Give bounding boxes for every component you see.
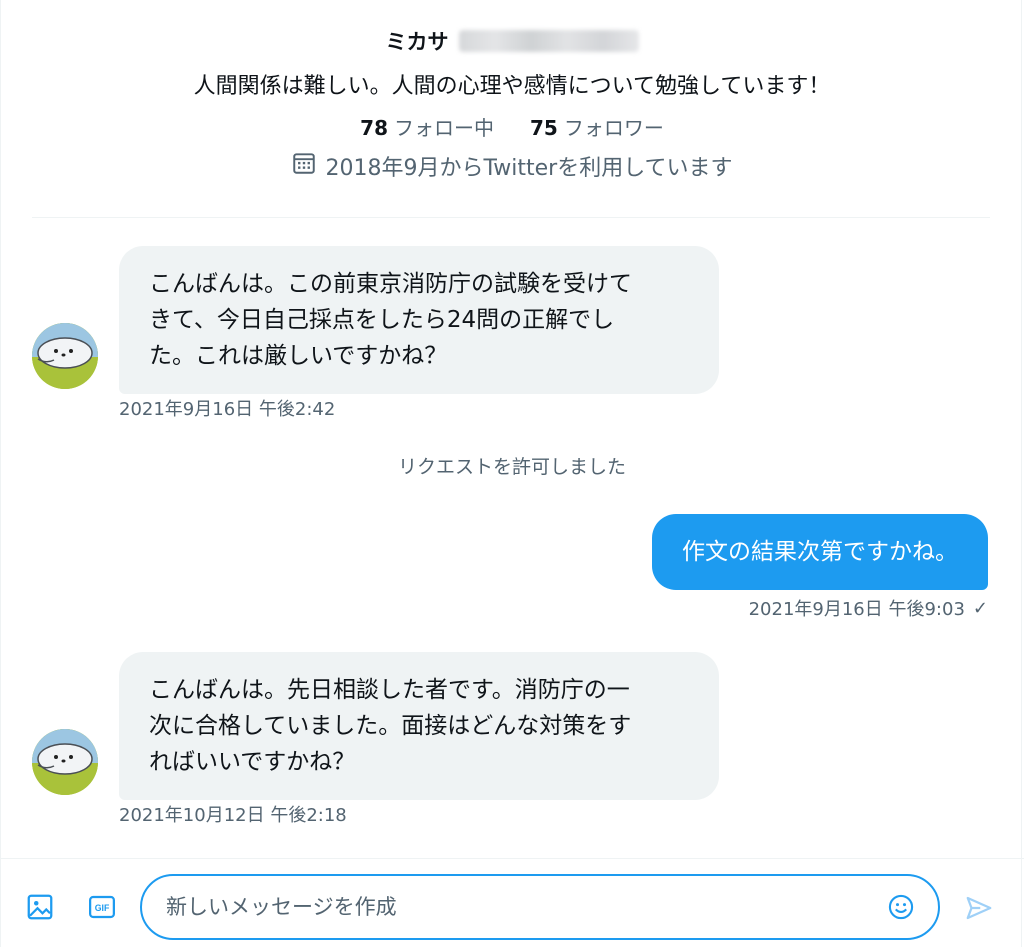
gif-label: GIF <box>95 903 110 913</box>
send-button[interactable] <box>962 891 996 925</box>
image-icon <box>27 894 53 920</box>
sender-avatar[interactable] <box>32 323 98 389</box>
composer-divider <box>0 858 1024 859</box>
profile-handle-redacted <box>458 30 639 52</box>
emoji-icon <box>888 894 914 920</box>
message-timestamp: 2021年10月12日 午後2:18 <box>119 805 347 826</box>
message-line: ればいいですかね？ <box>149 749 356 775</box>
message-line: 次に合格していました。面接はどんな対策をす <box>149 713 632 739</box>
message-composer[interactable] <box>140 874 940 940</box>
joined-text: 2018年9月からTwitterを利用しています <box>325 156 733 181</box>
seal-avatar-icon <box>32 323 98 389</box>
message-line: こんばんは。この前東京消防庁の試験を受けて <box>149 271 632 297</box>
calendar-icon <box>291 150 317 182</box>
send-icon <box>966 896 992 920</box>
message-timestamp-outgoing: 2021年9月16日 午後9:03 ✓ <box>749 595 988 621</box>
header-divider <box>32 217 990 218</box>
following-count: 78 <box>360 116 388 140</box>
message-line: きて、今日自己採点をしたら24問の正解でし <box>149 307 615 333</box>
emoji-button[interactable] <box>886 892 916 922</box>
message-input[interactable] <box>164 894 886 920</box>
gif-button[interactable]: GIF <box>86 891 118 923</box>
followers-count: 75 <box>530 116 558 140</box>
profile-name[interactable]: ミカサ <box>386 26 449 56</box>
followers-link[interactable]: 75 フォロワー <box>530 112 664 141</box>
read-check-icon: ✓ <box>972 597 988 619</box>
follow-stats: 78 フォロー中 75 フォロワー <box>0 112 1024 141</box>
message-line: こんばんは。先日相談した者です。消防庁の一 <box>149 677 630 703</box>
following-link[interactable]: 78 フォロー中 <box>360 112 494 141</box>
message-bubble-incoming[interactable]: こんばんは。先日相談した者です。消防庁の一 次に合格していました。面接はどんな対… <box>119 652 719 800</box>
sender-avatar[interactable] <box>32 729 98 795</box>
following-label: フォロー中 <box>394 116 494 140</box>
message-bubble-incoming[interactable]: こんばんは。この前東京消防庁の試験を受けて きて、今日自己採点をしたら24問の正… <box>119 246 719 394</box>
message-bubble-outgoing[interactable]: 作文の結果次第ですかね。 <box>652 514 988 590</box>
gif-icon: GIF <box>89 895 115 919</box>
image-upload-button[interactable] <box>24 891 56 923</box>
message-timestamp: 2021年9月16日 午後9:03 <box>748 599 965 620</box>
profile-name-row: ミカサ <box>0 26 1024 56</box>
seal-avatar-icon <box>32 729 98 795</box>
profile-bio: 人間関係は難しい。人間の心理や感情について勉強しています！ <box>193 74 831 99</box>
message-line: た。これは厳しいですかね？ <box>149 343 448 369</box>
joined-date: 2018年9月からTwitterを利用しています <box>0 150 1024 182</box>
request-accepted-note: リクエストを許可しました <box>397 456 626 478</box>
message-timestamp: 2021年9月16日 午後2:42 <box>119 399 336 420</box>
followers-label: フォロワー <box>563 116 664 140</box>
